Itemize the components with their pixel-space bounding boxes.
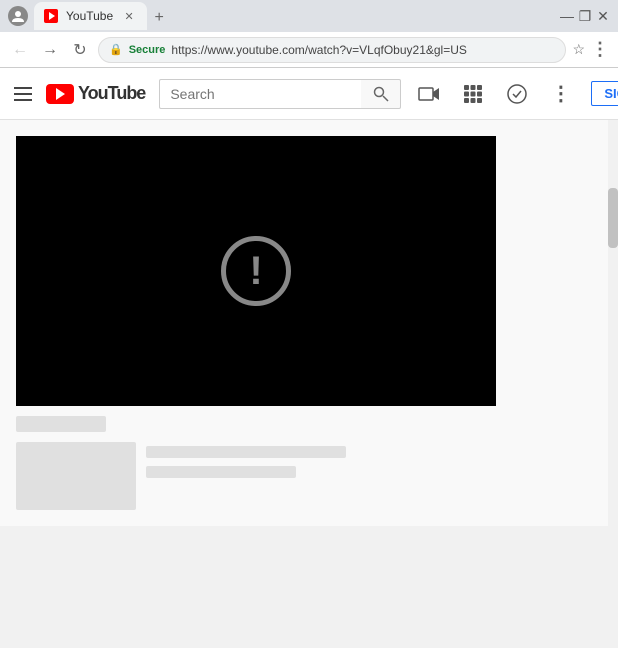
error-symbol: ! bbox=[249, 249, 262, 294]
video-player[interactable]: ! bbox=[16, 136, 496, 406]
menu-line-3 bbox=[14, 99, 32, 101]
video-info bbox=[16, 416, 602, 510]
video-meta bbox=[16, 442, 602, 510]
tab-title: YouTube bbox=[66, 9, 113, 23]
close-button[interactable]: ✕ bbox=[596, 9, 610, 23]
address-bar: ← → ↻ 🔒 Secure https://www.youtube.com/w… bbox=[0, 32, 618, 68]
activity-icon[interactable] bbox=[503, 80, 531, 108]
user-profile-icon[interactable] bbox=[8, 6, 28, 26]
menu-line-2 bbox=[14, 93, 32, 95]
video-text-lines bbox=[146, 442, 346, 478]
text-line-2 bbox=[146, 466, 296, 478]
youtube-logo[interactable]: YouTube bbox=[46, 83, 145, 104]
more-icon[interactable]: ⋮ bbox=[547, 80, 575, 108]
scrollbar-track bbox=[608, 120, 618, 648]
bookmark-button[interactable]: ☆ bbox=[572, 41, 585, 58]
related-thumbnail[interactable] bbox=[16, 442, 136, 510]
search-input[interactable] bbox=[159, 79, 361, 109]
youtube-logo-text: YouTube bbox=[78, 83, 145, 104]
header-icons: ⋮ SIGN IN bbox=[415, 80, 618, 108]
back-button[interactable]: ← bbox=[8, 38, 32, 62]
menu-line-1 bbox=[14, 87, 32, 89]
text-line-1 bbox=[146, 446, 346, 458]
video-title-placeholder bbox=[16, 416, 106, 432]
search-box bbox=[159, 79, 401, 109]
active-tab[interactable]: YouTube ✕ bbox=[34, 2, 147, 30]
window-controls: — ❐ ✕ bbox=[560, 9, 610, 23]
search-button[interactable] bbox=[361, 79, 401, 109]
tab-close-button[interactable]: ✕ bbox=[121, 8, 137, 24]
secure-label: Secure bbox=[129, 44, 166, 56]
tab-favicon bbox=[44, 9, 58, 23]
youtube-logo-icon bbox=[46, 84, 74, 104]
sign-in-button[interactable]: SIGN IN bbox=[591, 81, 618, 106]
main-content: ! bbox=[0, 120, 618, 526]
maximize-button[interactable]: ❐ bbox=[578, 9, 592, 23]
url-box[interactable]: 🔒 Secure https://www.youtube.com/watch?v… bbox=[98, 37, 566, 63]
scrollbar-thumb[interactable] bbox=[608, 188, 618, 248]
tab-area: YouTube ✕ + bbox=[34, 2, 554, 30]
new-tab-button[interactable]: + bbox=[147, 6, 171, 30]
forward-button[interactable]: → bbox=[38, 38, 62, 62]
secure-icon: 🔒 bbox=[109, 43, 123, 56]
upload-icon[interactable] bbox=[415, 80, 443, 108]
menu-icon[interactable] bbox=[14, 87, 32, 101]
youtube-header: YouTube ⋮ SIGN IN bbox=[0, 68, 618, 120]
refresh-button[interactable]: ↻ bbox=[68, 38, 92, 62]
apps-icon[interactable] bbox=[459, 80, 487, 108]
video-column: ! bbox=[16, 136, 602, 510]
title-bar: YouTube ✕ + — ❐ ✕ bbox=[0, 0, 618, 32]
more-options-button[interactable]: ⋮ bbox=[591, 39, 610, 60]
minimize-button[interactable]: — bbox=[560, 9, 574, 23]
url-text: https://www.youtube.com/watch?v=VLqfObuy… bbox=[171, 43, 555, 57]
error-icon: ! bbox=[221, 236, 291, 306]
